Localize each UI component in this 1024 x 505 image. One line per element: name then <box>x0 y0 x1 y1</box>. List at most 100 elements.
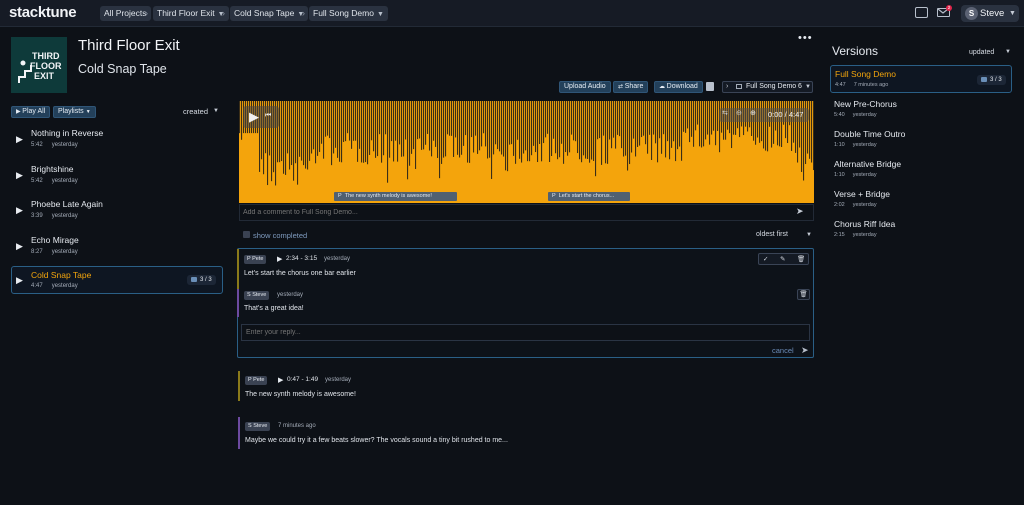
app-logo[interactable]: stacktune <box>9 4 77 21</box>
track-item-active[interactable]: ▶ Cold Snap Tape 4:47 yesterday 3 / 3 <box>11 266 223 294</box>
version-item[interactable]: Verse + Bridge 2:02 yesterday <box>830 186 1012 214</box>
more-options-icon[interactable]: ••• <box>798 32 813 44</box>
loop-icon[interactable]: ⇆ <box>722 109 728 117</box>
playlists-button[interactable]: Playlists ▼ <box>53 106 96 118</box>
waveform-bar <box>469 101 471 163</box>
user-menu[interactable]: S Steve ▼ <box>961 5 1019 22</box>
play-icon[interactable]: ▶ <box>249 109 259 125</box>
waveform-bar <box>539 101 541 144</box>
check-icon[interactable]: ✓ <box>763 255 768 263</box>
playback-time: 0:00 / 4:47 <box>768 110 804 119</box>
waveform-bar <box>477 101 479 154</box>
waveform-player[interactable]: ▶ ⏮ ⇆ ⊖ ⊕ 0:00 / 4:47 P The new synth me… <box>239 101 814 203</box>
waveform-bar <box>397 101 399 162</box>
send-icon[interactable]: ➤ <box>796 206 804 217</box>
waveform-bar <box>647 101 649 154</box>
waveform-bar <box>659 101 661 139</box>
comment-text: Maybe we could try it a few beats slower… <box>245 437 508 444</box>
comment-sort-label[interactable]: oldest first <box>756 231 788 238</box>
chevron-down-icon: ▼ <box>376 11 384 18</box>
waveform-bar <box>403 101 405 157</box>
waveform-bar <box>427 101 429 134</box>
send-icon[interactable]: ➤ <box>801 345 809 356</box>
play-icon[interactable]: ▶ <box>16 205 23 216</box>
author-tag: S Steve <box>244 291 270 300</box>
waveform-bar <box>513 101 515 156</box>
zoom-out-icon[interactable]: ⊖ <box>736 109 742 117</box>
trash-icon[interactable]: 🗑 <box>797 255 805 263</box>
chat-icon[interactable] <box>915 7 928 18</box>
comment-input[interactable] <box>243 206 783 219</box>
play-icon[interactable]: ▶ <box>16 134 23 145</box>
waveform-bar <box>415 101 417 169</box>
version-item[interactable]: Chorus Riff Idea 2:15 yesterday <box>830 216 1012 244</box>
play-range-icon[interactable]: ▶ <box>277 255 282 263</box>
track-item[interactable]: ▶ Nothing in Reverse 5:42 yesterday <box>11 125 223 157</box>
play-icon[interactable]: ▶ <box>16 241 23 252</box>
comment-marker[interactable]: P The new synth melody is awesome! <box>334 192 457 201</box>
waveform-bar <box>461 101 463 155</box>
download-button[interactable]: ☁ Download <box>654 81 703 93</box>
waveform-bar <box>437 101 439 158</box>
waveform-bar <box>425 101 427 145</box>
waveform-bar <box>373 101 375 152</box>
comment-count: 3 / 3 <box>990 77 1002 83</box>
play-range-icon[interactable]: ▶ <box>278 376 283 384</box>
show-completed-label[interactable]: show completed <box>253 231 307 240</box>
chevron-down-icon[interactable]: ▼ <box>213 108 219 114</box>
comment-range[interactable]: 0:47 - 1:49 <box>287 376 318 383</box>
breadcrumb-album[interactable]: Cold Snap Tape ▼ <box>230 6 309 21</box>
breadcrumb-label: Cold Snap Tape <box>234 8 295 18</box>
track-item[interactable]: ▶ Brightshine 5:42 yesterday <box>11 161 223 193</box>
comment-count-badge: 3 / 3 <box>187 275 216 285</box>
versions-sort-label[interactable]: updated <box>969 49 994 56</box>
playback-controls: ▶ ⏮ <box>243 106 279 128</box>
lock-icon[interactable] <box>706 82 714 91</box>
play-icon[interactable]: ▶ <box>16 170 23 181</box>
edit-icon[interactable]: ✎ <box>780 255 785 263</box>
version-meta: 1:10 yesterday <box>834 142 877 148</box>
version-item[interactable]: New Pre-Chorus 5:40 yesterday <box>830 96 1012 124</box>
waveform-bar <box>625 101 627 156</box>
comment-marker[interactable]: P Let's start the chorus... <box>548 192 630 201</box>
track-item[interactable]: ▶ Echo Mirage 8:27 yesterday <box>11 232 223 264</box>
comment-icon <box>191 276 197 282</box>
waveform-bar <box>501 101 503 155</box>
chevron-down-icon[interactable]: ▼ <box>806 232 812 238</box>
playlists-label: Playlists <box>58 108 84 115</box>
version-item-active[interactable]: Full Song Demo 4:47 7 minutes ago 3 / 3 <box>830 65 1012 93</box>
breadcrumb-all-projects[interactable]: All Projects <box>100 6 151 21</box>
upload-audio-button[interactable]: Upload Audio <box>559 81 611 93</box>
zoom-in-icon[interactable]: ⊕ <box>750 109 756 117</box>
trash-icon[interactable]: 🗑 <box>797 289 810 300</box>
waveform-bar <box>579 101 581 160</box>
chevron-down-icon[interactable]: ▼ <box>1005 49 1011 55</box>
breadcrumb-band[interactable]: Third Floor Exit ▼ <box>153 6 229 21</box>
skip-back-icon[interactable]: ⏮ <box>265 112 271 120</box>
breadcrumb-song[interactable]: Full Song Demo ▼ <box>309 6 388 21</box>
share-button[interactable]: ⇄ Share <box>613 81 649 93</box>
track-item[interactable]: ▶ Phoebe Late Again 3:39 yesterday <box>11 196 223 228</box>
waveform-bar <box>611 101 613 149</box>
play-icon[interactable]: ▶ <box>16 275 23 286</box>
comment-thread: S Steve 7 minutes ago Maybe we could try… <box>238 417 814 449</box>
comment-age: yesterday <box>277 292 304 298</box>
waveform-bar <box>549 101 551 162</box>
comment-range[interactable]: 2:34 - 3:15 <box>286 255 317 262</box>
waveform-bar <box>287 101 289 154</box>
version-duration: 2:02 <box>834 202 845 208</box>
version-selector[interactable]: › Full Song Demo 6 ▼ <box>722 81 813 93</box>
waveform-bar <box>557 101 559 160</box>
track-sort-label[interactable]: created <box>183 107 208 116</box>
reply-input[interactable] <box>241 324 810 341</box>
waveform-bar <box>401 101 403 157</box>
play-all-button[interactable]: ▶ Play All <box>11 106 51 118</box>
version-item[interactable]: Double Time Outro 1:10 yesterday <box>830 126 1012 154</box>
waveform-bar <box>563 101 565 164</box>
show-completed-checkbox[interactable] <box>243 231 250 238</box>
waveform-bar <box>541 101 543 162</box>
version-age: yesterday <box>852 142 877 148</box>
cancel-reply-button[interactable]: cancel <box>772 346 794 355</box>
waveform-bar <box>463 101 465 146</box>
version-item[interactable]: Alternative Bridge 1:10 yesterday <box>830 156 1012 184</box>
